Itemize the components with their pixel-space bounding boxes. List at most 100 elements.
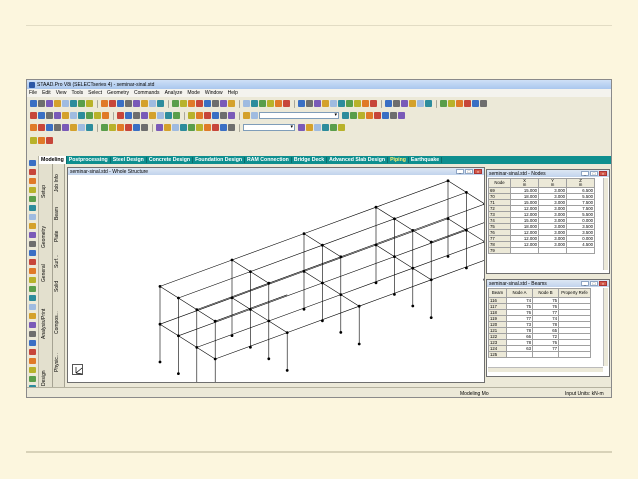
toolbar-button-icon[interactable] <box>196 100 203 107</box>
frame-node[interactable] <box>230 258 234 262</box>
frame-node[interactable] <box>158 285 162 288</box>
toolbar-button-icon[interactable] <box>306 100 313 107</box>
frame-node[interactable] <box>230 296 234 300</box>
page-tab-geometry[interactable]: Geometry <box>41 226 47 248</box>
toolbar-button-icon[interactable] <box>78 124 85 131</box>
toolbar-button-icon[interactable] <box>370 100 377 107</box>
side-tool-icon[interactable] <box>29 304 36 310</box>
side-tool-icon[interactable] <box>29 250 36 256</box>
toolbar-button-icon[interactable] <box>125 124 132 131</box>
side-tool-icon[interactable] <box>29 214 36 220</box>
structure-view-window[interactable]: seminar-sinal.std - Whole Structure _ □ … <box>67 167 485 383</box>
toolbar-button-icon[interactable] <box>390 112 397 119</box>
toolbar-button-icon[interactable] <box>62 112 69 119</box>
menu-item-geometry[interactable]: Geometry <box>107 90 129 96</box>
nodes-vertical-scrollbar[interactable] <box>603 178 608 270</box>
side-tool-icon[interactable] <box>29 358 36 364</box>
frame-node[interactable] <box>465 266 468 270</box>
toolbar-button-icon[interactable] <box>102 112 109 119</box>
frame-node[interactable] <box>429 278 433 282</box>
side-tool-icon[interactable] <box>29 169 36 175</box>
toolbar-button-icon[interactable] <box>38 124 45 131</box>
toolbar-button-icon[interactable] <box>117 112 124 119</box>
frame-node[interactable] <box>393 217 396 221</box>
frame-beam[interactable] <box>268 320 288 333</box>
toolbar-button-icon[interactable] <box>212 112 219 119</box>
toolbar-button-icon[interactable] <box>440 100 447 107</box>
frame-node[interactable] <box>411 304 415 308</box>
menu-item-tools[interactable]: Tools <box>71 90 83 96</box>
toolbar-button-icon[interactable] <box>101 124 108 131</box>
toolbar-button-icon[interactable] <box>330 100 337 107</box>
frame-node[interactable] <box>285 331 289 334</box>
frame-beam[interactable] <box>303 233 323 246</box>
side-tool-icon[interactable] <box>29 268 36 274</box>
toolbar-dropdown[interactable] <box>259 112 339 119</box>
toolbar-button-icon[interactable] <box>401 100 408 107</box>
toolbar-button-icon[interactable] <box>94 112 101 119</box>
frame-beam[interactable] <box>394 218 413 231</box>
frame-node[interactable] <box>302 270 306 273</box>
toolbar-button-icon[interactable] <box>228 124 235 131</box>
toolbar-button-icon[interactable] <box>259 100 266 107</box>
beams-table-window[interactable]: seminar-sinal.std - Beams _ □ × Beam Node… <box>486 279 610 377</box>
frame-node[interactable] <box>230 334 234 337</box>
frame-node[interactable] <box>158 322 162 326</box>
tab-ram-connection[interactable]: RAM Connection <box>245 157 292 163</box>
frame-node[interactable] <box>177 372 180 375</box>
frame-beam[interactable] <box>447 180 467 193</box>
toolbar-button-icon[interactable] <box>133 112 140 119</box>
side-tool-icon[interactable] <box>29 241 36 247</box>
toolbar-button-icon[interactable] <box>480 100 487 107</box>
toolbar-button-icon[interactable] <box>157 100 164 107</box>
minimize-button[interactable]: _ <box>581 281 589 286</box>
tab-bridge-deck[interactable]: Bridge Deck <box>292 157 328 163</box>
side-tool-icon[interactable] <box>29 313 36 319</box>
toolbar-button-icon[interactable] <box>204 124 211 131</box>
toolbar-button-icon[interactable] <box>46 124 53 131</box>
table-row[interactable]: 79 <box>488 247 595 254</box>
side-tool-icon[interactable] <box>29 277 36 283</box>
frame-beam[interactable] <box>375 206 395 220</box>
toolbar-button-icon[interactable] <box>46 100 53 107</box>
toolbar-button-icon[interactable] <box>212 124 219 131</box>
toolbar-button-icon[interactable] <box>78 100 85 107</box>
toolbar-button-icon[interactable] <box>358 112 365 119</box>
frame-node[interactable] <box>411 266 415 270</box>
maximize-button[interactable]: □ <box>590 281 598 286</box>
table-cell[interactable] <box>538 247 567 254</box>
column-header[interactable]: Node B <box>532 288 559 298</box>
side-tool-icon[interactable] <box>29 331 36 337</box>
toolbar-button-icon[interactable] <box>62 100 69 107</box>
toolbar-button-icon[interactable] <box>393 100 400 107</box>
toolbar-button-icon[interactable] <box>228 112 235 119</box>
column-header[interactable]: Property Refe <box>558 288 591 298</box>
frame-beam[interactable] <box>196 347 216 360</box>
side-tool-icon[interactable] <box>29 295 36 301</box>
toolbar-button-icon[interactable] <box>46 137 53 144</box>
toolbar-button-icon[interactable] <box>251 100 258 107</box>
toolbar-button-icon[interactable] <box>30 124 37 131</box>
frame-beam[interactable] <box>196 309 216 322</box>
toolbar-button-icon[interactable] <box>338 100 345 107</box>
frame-beam[interactable] <box>447 218 467 231</box>
toolbar-button-icon[interactable] <box>322 100 329 107</box>
side-tool-icon[interactable] <box>29 160 36 166</box>
structure-frame-drawing[interactable] <box>68 175 484 382</box>
menu-item-window[interactable]: Window <box>205 90 223 96</box>
toolbar-button-icon[interactable] <box>109 124 116 131</box>
page-tab-analysis-print[interactable]: Analysis/Print <box>41 309 47 339</box>
page-subtab-physic-[interactable]: Physic... <box>54 353 60 372</box>
column-header[interactable]: Ym <box>538 178 567 188</box>
page-subtab-surf-[interactable]: Surf... <box>54 255 60 268</box>
toolbar-button-icon[interactable] <box>38 137 45 144</box>
frame-beam[interactable] <box>250 271 269 284</box>
frame-beam[interactable] <box>466 229 484 242</box>
table-row[interactable]: 125 <box>488 351 591 358</box>
toolbar-button-icon[interactable] <box>109 100 116 107</box>
toolbar-button-icon[interactable] <box>220 112 227 119</box>
side-tool-icon[interactable] <box>29 349 36 355</box>
frame-node[interactable] <box>446 255 450 258</box>
page-subtab-compos-[interactable]: Compos... <box>54 311 60 334</box>
frame-node[interactable] <box>321 243 324 247</box>
